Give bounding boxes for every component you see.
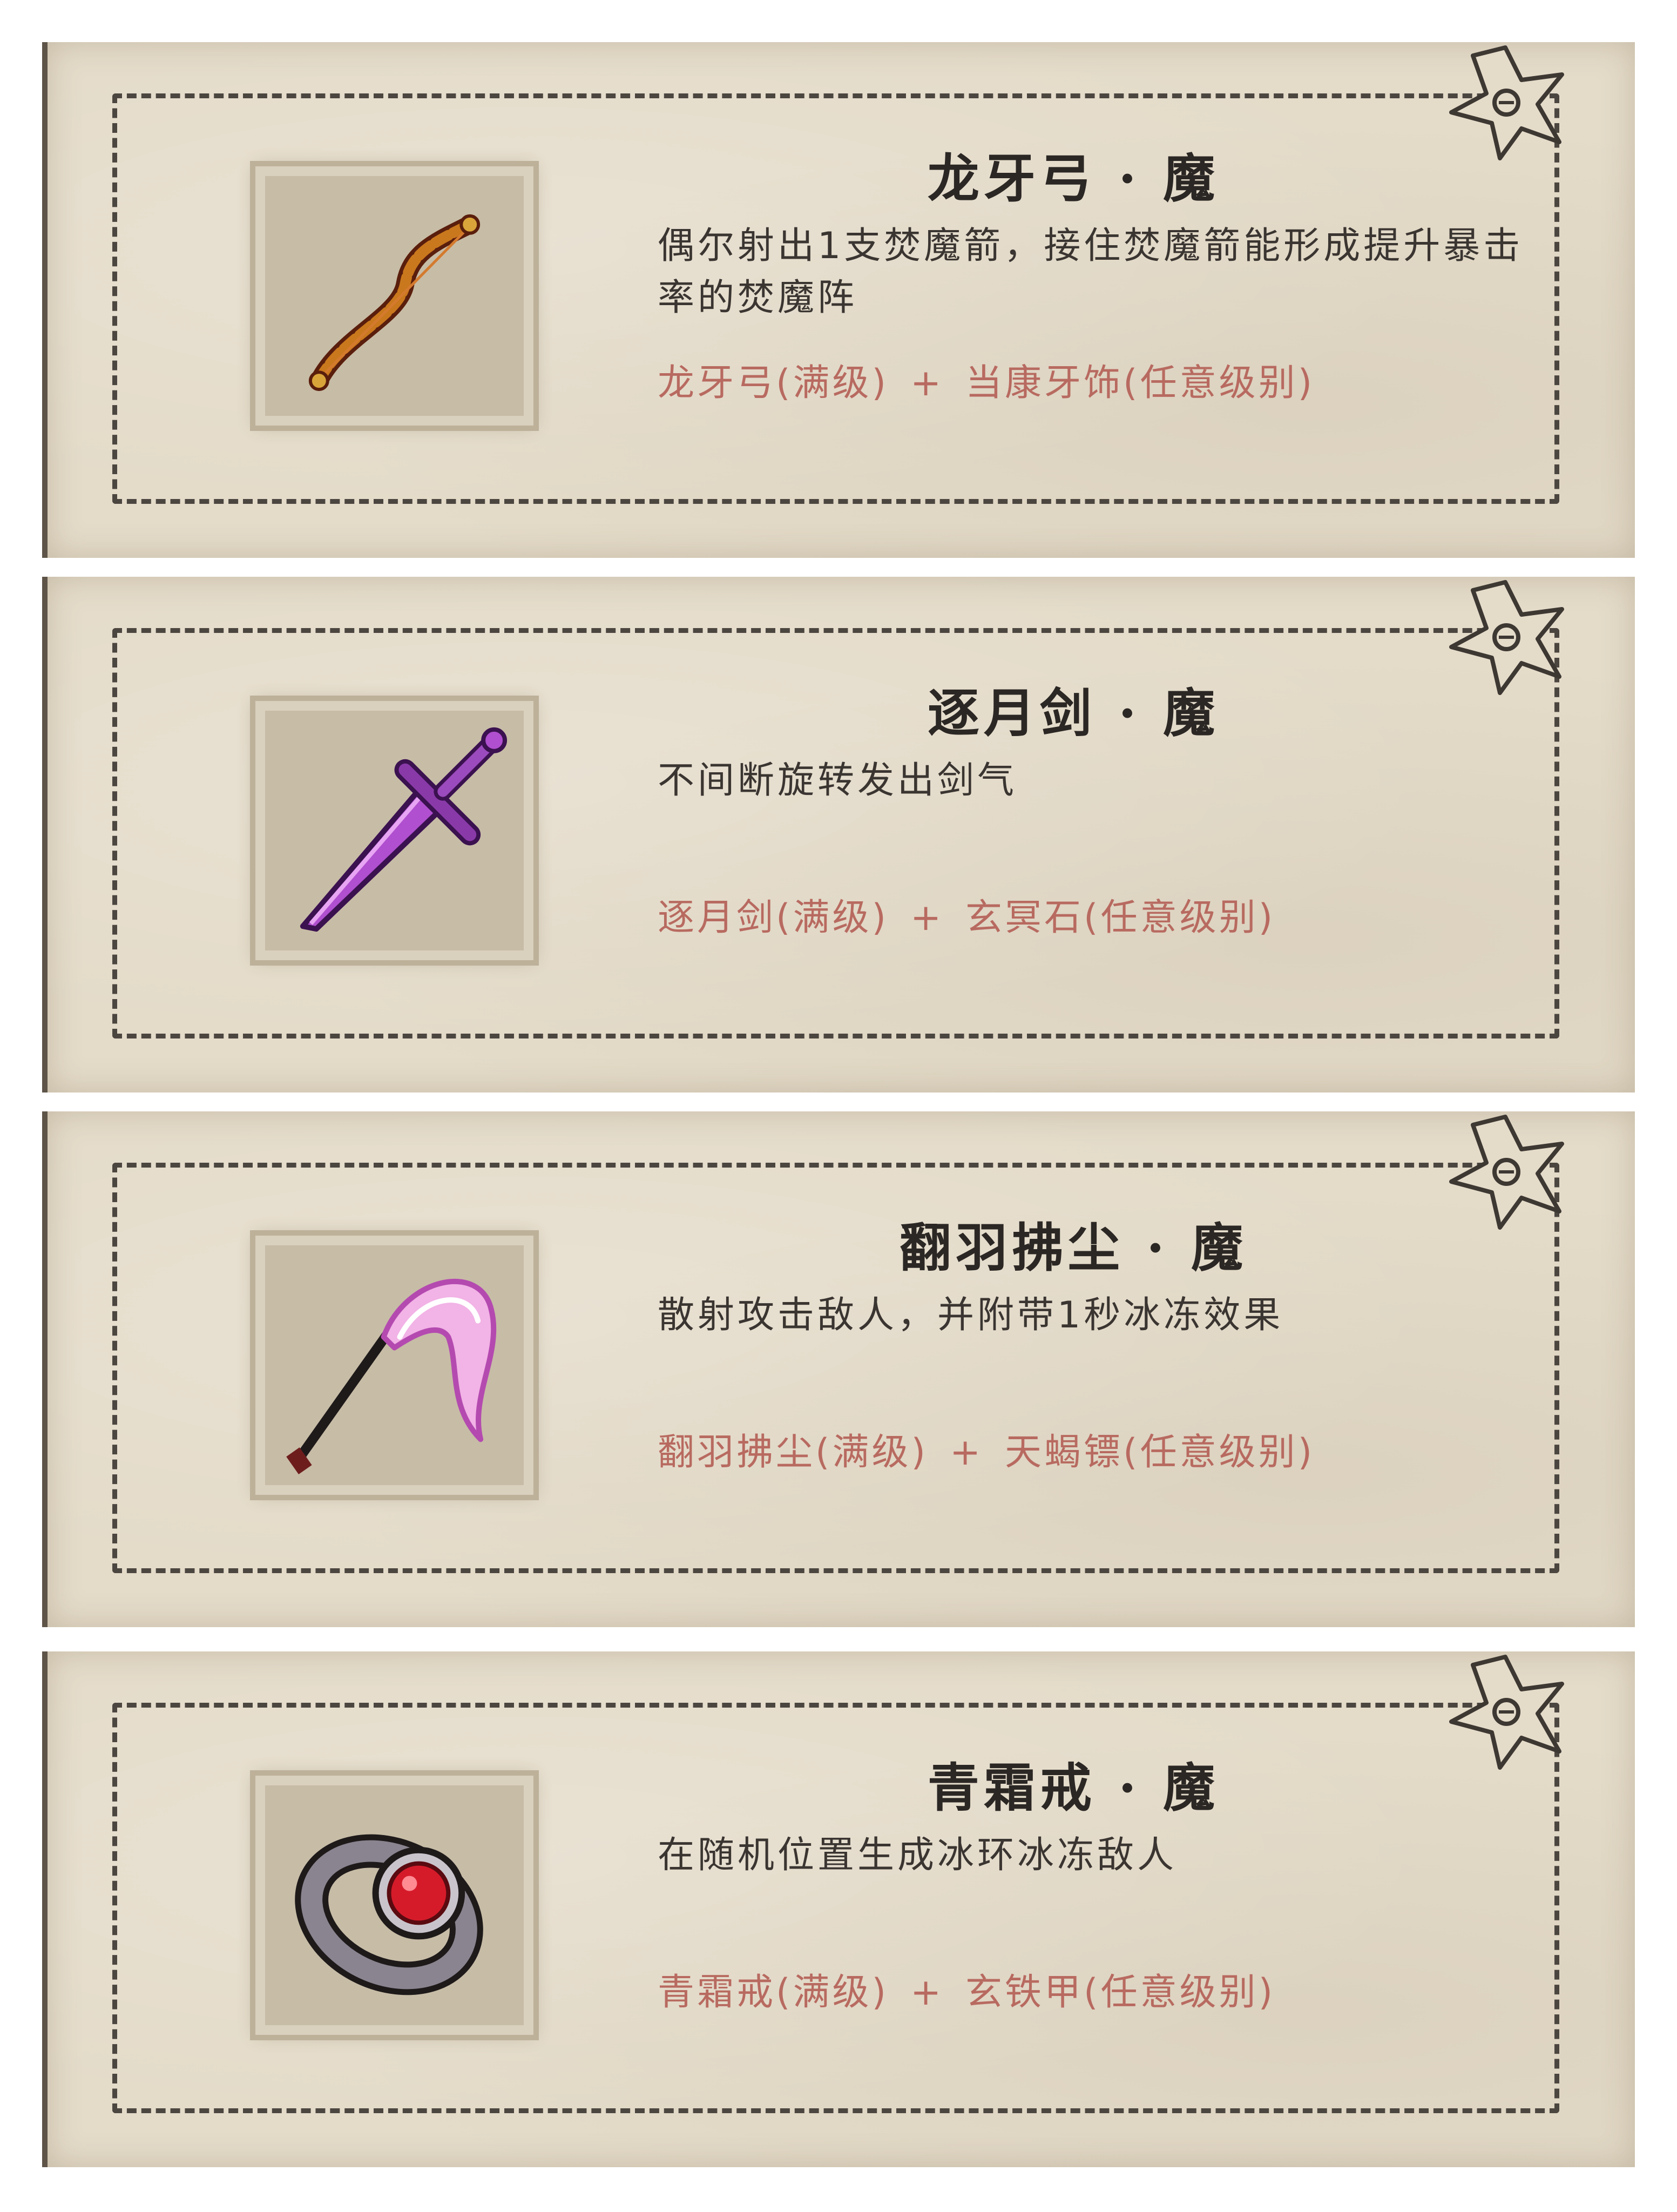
weapon-card-moon-sword: 逐月剑 · 魔 不间断旋转发出剑气 逐月剑(满级) + 玄冥石(任意级别) [42,577,1635,1092]
item-recipe: 逐月剑(满级) + 玄冥石(任意级别) [658,887,1575,941]
recipe-ingredient-b: 天蝎镖(任意级别) [1005,1431,1315,1474]
sword-icon [300,727,508,932]
item-icon-box [255,1776,533,2035]
recipe-plus: + [950,1431,984,1474]
item-title: 翻羽拂尘 · 魔 [899,1217,1248,1278]
item-icon-box [255,166,533,426]
bow-icon [308,214,481,392]
recipe-plus: + [910,362,944,404]
shuriken-corner-icon [1449,45,1564,160]
shuriken-corner-icon [1449,580,1564,695]
item-description: 在随机位置生成冰环冰冻敌人 [658,1834,1178,1877]
item-description: 偶尔射出1支焚魔箭，接住焚魔箭能形成提升暴击率的焚魔阵 [658,225,1524,319]
whisk-icon [286,1279,497,1475]
item-recipe: 青霜戒(满级) + 玄铁甲(任意级别) [658,1962,1575,2015]
item-title: 逐月剑 · 魔 [927,683,1220,744]
item-title: 青霜戒 · 魔 [927,1757,1220,1818]
weapon-card-dragon-bow: 龙牙弓 · 魔 偶尔射出1支焚魔箭，接住焚魔箭能形成提升暴击率的焚魔阵 龙牙弓(… [42,42,1635,558]
item-title: 龙牙弓 · 魔 [927,148,1220,209]
shuriken-corner-icon [1449,1115,1564,1230]
shuriken-corner-icon [1449,1655,1564,1770]
recipe-ingredient-a: 翻羽拂尘(满级) [658,1431,929,1474]
item-icon-box [255,1236,533,1495]
item-description: 散射攻击敌人，并附带1秒冰冻效果 [658,1294,1284,1337]
recipe-plus: + [910,1971,944,2014]
item-description: 不间断旋转发出剑气 [658,759,1018,802]
item-recipe: 龙牙弓(满级) + 当康牙饰(任意级别) [658,353,1575,406]
recipe-plus: + [910,896,944,939]
recipe-ingredient-a: 逐月剑(满级) [658,896,889,939]
item-icon-box [255,701,533,960]
recipe-ingredient-b: 玄冥石(任意级别) [965,896,1276,939]
ring-icon [295,1834,483,1995]
recipe-ingredient-a: 龙牙弓(满级) [658,362,889,404]
item-recipe: 翻羽拂尘(满级) + 天蝎镖(任意级别) [658,1422,1575,1475]
recipe-ingredient-a: 青霜戒(满级) [658,1971,889,2014]
weapon-card-feather-whisk: 翻羽拂尘 · 魔 散射攻击敌人，并附带1秒冰冻效果 翻羽拂尘(满级) + 天蝎镖(任… [42,1111,1635,1627]
recipe-ingredient-b: 玄铁甲(任意级别) [965,1971,1276,2014]
weapon-card-frost-ring: 青霜戒 · 魔 在随机位置生成冰环冰冻敌人 青霜戒(满级) + 玄铁甲(任意级别) [42,1651,1635,2167]
recipe-ingredient-b: 当康牙饰(任意级别) [965,362,1315,404]
